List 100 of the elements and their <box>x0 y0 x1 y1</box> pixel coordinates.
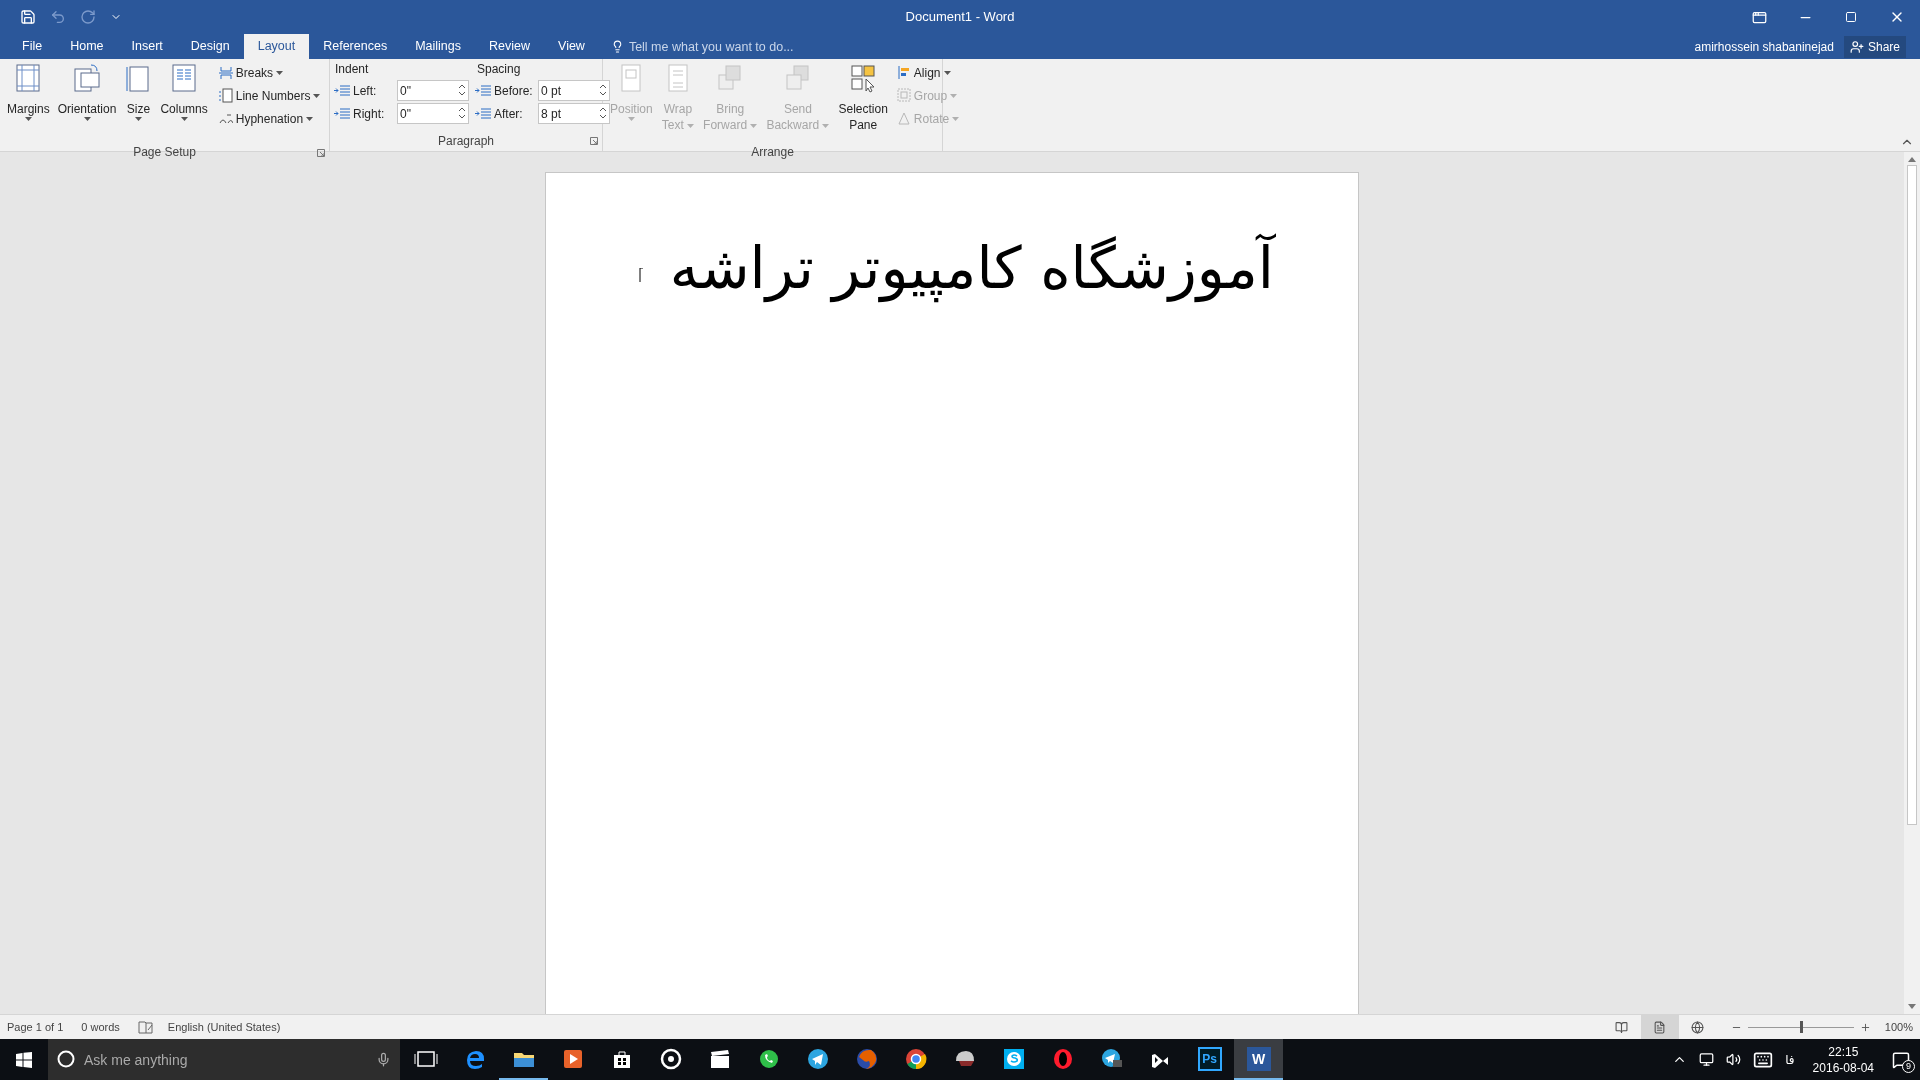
align-icon <box>896 65 911 80</box>
spin-field[interactable]: 0 pt <box>538 80 610 101</box>
scroll-up-icon[interactable] <box>1908 156 1916 162</box>
ribbon-tab[interactable]: Mailings <box>401 34 475 59</box>
proofing-icon[interactable] <box>137 1020 154 1034</box>
word-count[interactable]: 0 words <box>81 1018 120 1036</box>
app-icon: Ps <box>1197 1046 1222 1071</box>
caret-icon <box>306 116 314 121</box>
zoom-slider[interactable] <box>1747 1021 1854 1033</box>
indent-icon <box>334 84 350 97</box>
pages-icon <box>73 63 102 93</box>
vertical-scrollbar[interactable] <box>1904 152 1920 1014</box>
caret-icon <box>952 116 960 121</box>
ribbon-small-button[interactable]: Line Numbers <box>218 84 321 107</box>
line-numbers-icon <box>218 88 233 103</box>
windows-start-icon[interactable] <box>16 1051 32 1068</box>
caret-icon <box>276 70 284 75</box>
user-name[interactable]: amirhossein shabaninejad <box>1694 37 1834 56</box>
ribbon-tab[interactable]: Design <box>176 34 244 59</box>
ribbon-button[interactable]: Columns <box>157 59 211 143</box>
spinner-arrows-icon[interactable] <box>599 106 607 120</box>
paper-plane-icon <box>805 1046 830 1071</box>
ribbon-tab[interactable]: File <box>8 34 57 59</box>
letter-s-icon <box>1001 1046 1026 1071</box>
section-heading: Indent <box>335 61 370 78</box>
caret-icon <box>134 117 142 121</box>
rotate-icon <box>896 111 911 126</box>
spinner-arrows-icon[interactable] <box>599 83 607 97</box>
margins-icon <box>14 63 43 93</box>
ribbon-button[interactable]: Orientation <box>54 59 120 143</box>
spin-field[interactable]: 0" <box>397 80 469 101</box>
taskbar-button[interactable]: Ps <box>1185 1039 1234 1080</box>
clock-time[interactable]: 22:15 <box>1828 1043 1859 1060</box>
caret-icon <box>83 117 91 121</box>
network-icon[interactable] <box>1699 1052 1715 1067</box>
indent-icon <box>475 84 491 97</box>
caret-icon <box>943 70 951 75</box>
group-icon <box>896 88 911 103</box>
fox-globe-icon <box>854 1046 879 1071</box>
group-label: Paragraph <box>437 133 494 150</box>
save-icon[interactable] <box>20 9 36 25</box>
ribbon-tab[interactable]: View <box>544 34 599 59</box>
language[interactable]: English (United States) <box>167 1018 281 1036</box>
caret-icon <box>627 117 635 121</box>
ribbon-small-button[interactable]: Breaks <box>218 61 321 84</box>
ribbon-small-button[interactable]: Hyphenation <box>218 107 321 130</box>
spinner-arrows-icon[interactable] <box>458 83 466 97</box>
disc-icon <box>658 1046 683 1071</box>
globe-icon <box>1691 1020 1705 1034</box>
ribbon-small-button[interactable]: Align <box>896 61 960 84</box>
ring-icon <box>57 1050 75 1068</box>
scroll-down-icon[interactable] <box>1908 1004 1916 1010</box>
spinner-arrows-icon[interactable] <box>458 106 466 120</box>
taskbar-button[interactable]: W <box>1234 1039 1283 1080</box>
caret-icon <box>822 123 830 128</box>
input-language[interactable]: فا <box>1785 1050 1795 1069</box>
spin-field[interactable]: 8 pt <box>538 103 610 124</box>
caret-icon <box>24 117 32 121</box>
dialog-launcher-icon[interactable] <box>590 137 598 145</box>
view-button[interactable] <box>1640 1015 1679 1039</box>
zoom-in-icon[interactable] <box>1859 1021 1871 1033</box>
dialog-launcher-icon[interactable] <box>317 149 325 157</box>
tell-me-field[interactable]: Tell me what you want to do... <box>610 34 831 59</box>
restore-icon[interactable] <box>1845 11 1857 23</box>
ribbon-button[interactable]: Selection Pane <box>835 59 891 143</box>
hyphenation-icon <box>218 111 233 126</box>
caret-icon <box>750 123 758 128</box>
group-label: Arrange <box>751 144 794 161</box>
layers-backward-icon <box>783 63 812 93</box>
ribbon-tab[interactable]: References <box>309 34 402 59</box>
selection-pane-icon <box>849 63 878 93</box>
page-break-icon <box>218 65 233 80</box>
window-title: Document1 - Word <box>905 8 1015 27</box>
zoom-thumb[interactable] <box>1799 1021 1803 1033</box>
group-label: Page Setup <box>133 144 196 161</box>
search-field[interactable]: Ask me anything <box>48 1039 400 1080</box>
ribbon-tab[interactable]: Review <box>475 34 544 59</box>
page-icon <box>1653 1020 1667 1034</box>
notification-count: 9 <box>1902 1059 1915 1073</box>
spin-field[interactable]: 0" <box>397 103 469 124</box>
microphone-icon[interactable] <box>376 1052 391 1067</box>
volume-icon[interactable] <box>1726 1052 1742 1067</box>
ribbon-tab[interactable]: Home <box>56 34 118 59</box>
ribbon-button[interactable]: Size <box>121 59 156 143</box>
columns-icon <box>170 63 199 93</box>
share-button[interactable]: Share <box>1843 35 1906 58</box>
zoom-level[interactable]: 100% <box>1884 1018 1913 1036</box>
page-count[interactable]: Page 1 of 1 <box>7 1018 64 1036</box>
book-icon <box>1615 1020 1629 1034</box>
field-label: Left: <box>353 82 378 100</box>
field-label: Before: <box>494 82 534 100</box>
ribbon-button[interactable]: Margins <box>4 59 53 143</box>
ribbon-tab[interactable]: Insert <box>117 34 177 59</box>
scroll-thumb[interactable] <box>1907 165 1917 825</box>
caret-icon <box>180 117 188 121</box>
clock-date[interactable]: 2016-08-04 <box>1812 1059 1874 1076</box>
person-add-icon <box>1849 39 1864 54</box>
ribbon-display-icon[interactable] <box>1751 9 1767 25</box>
ribbon-tab[interactable]: Layout <box>243 34 310 59</box>
caret-icon <box>687 123 695 128</box>
